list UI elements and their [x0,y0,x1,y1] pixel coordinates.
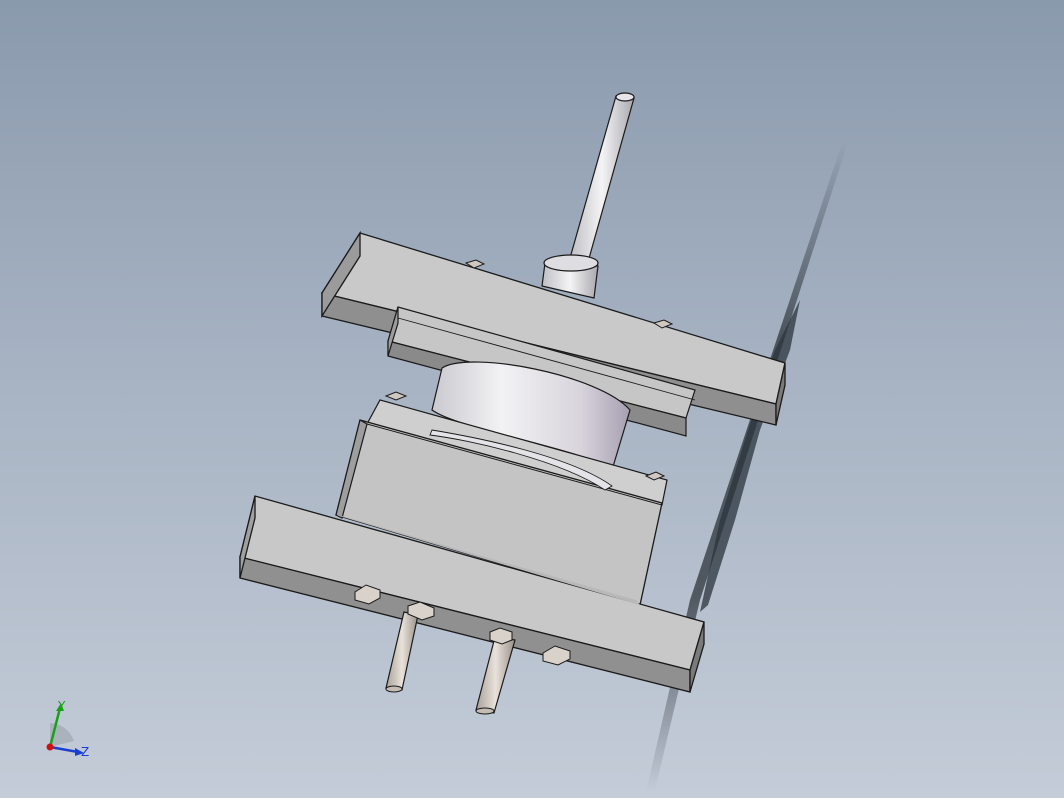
x-axis-point [46,743,54,751]
z-axis-line [49,745,79,754]
floor-shadow [646,140,848,792]
model-scene[interactable] [0,0,1064,798]
guide-pin-right[interactable] [475,627,516,715]
y-axis-label: Y [57,699,66,713]
z-axis-label: Z [81,745,89,759]
ejector-rod[interactable] [569,92,635,263]
coordinate-triad: Y Z [30,695,110,770]
graphics-viewport[interactable]: Y Z [0,0,1064,798]
